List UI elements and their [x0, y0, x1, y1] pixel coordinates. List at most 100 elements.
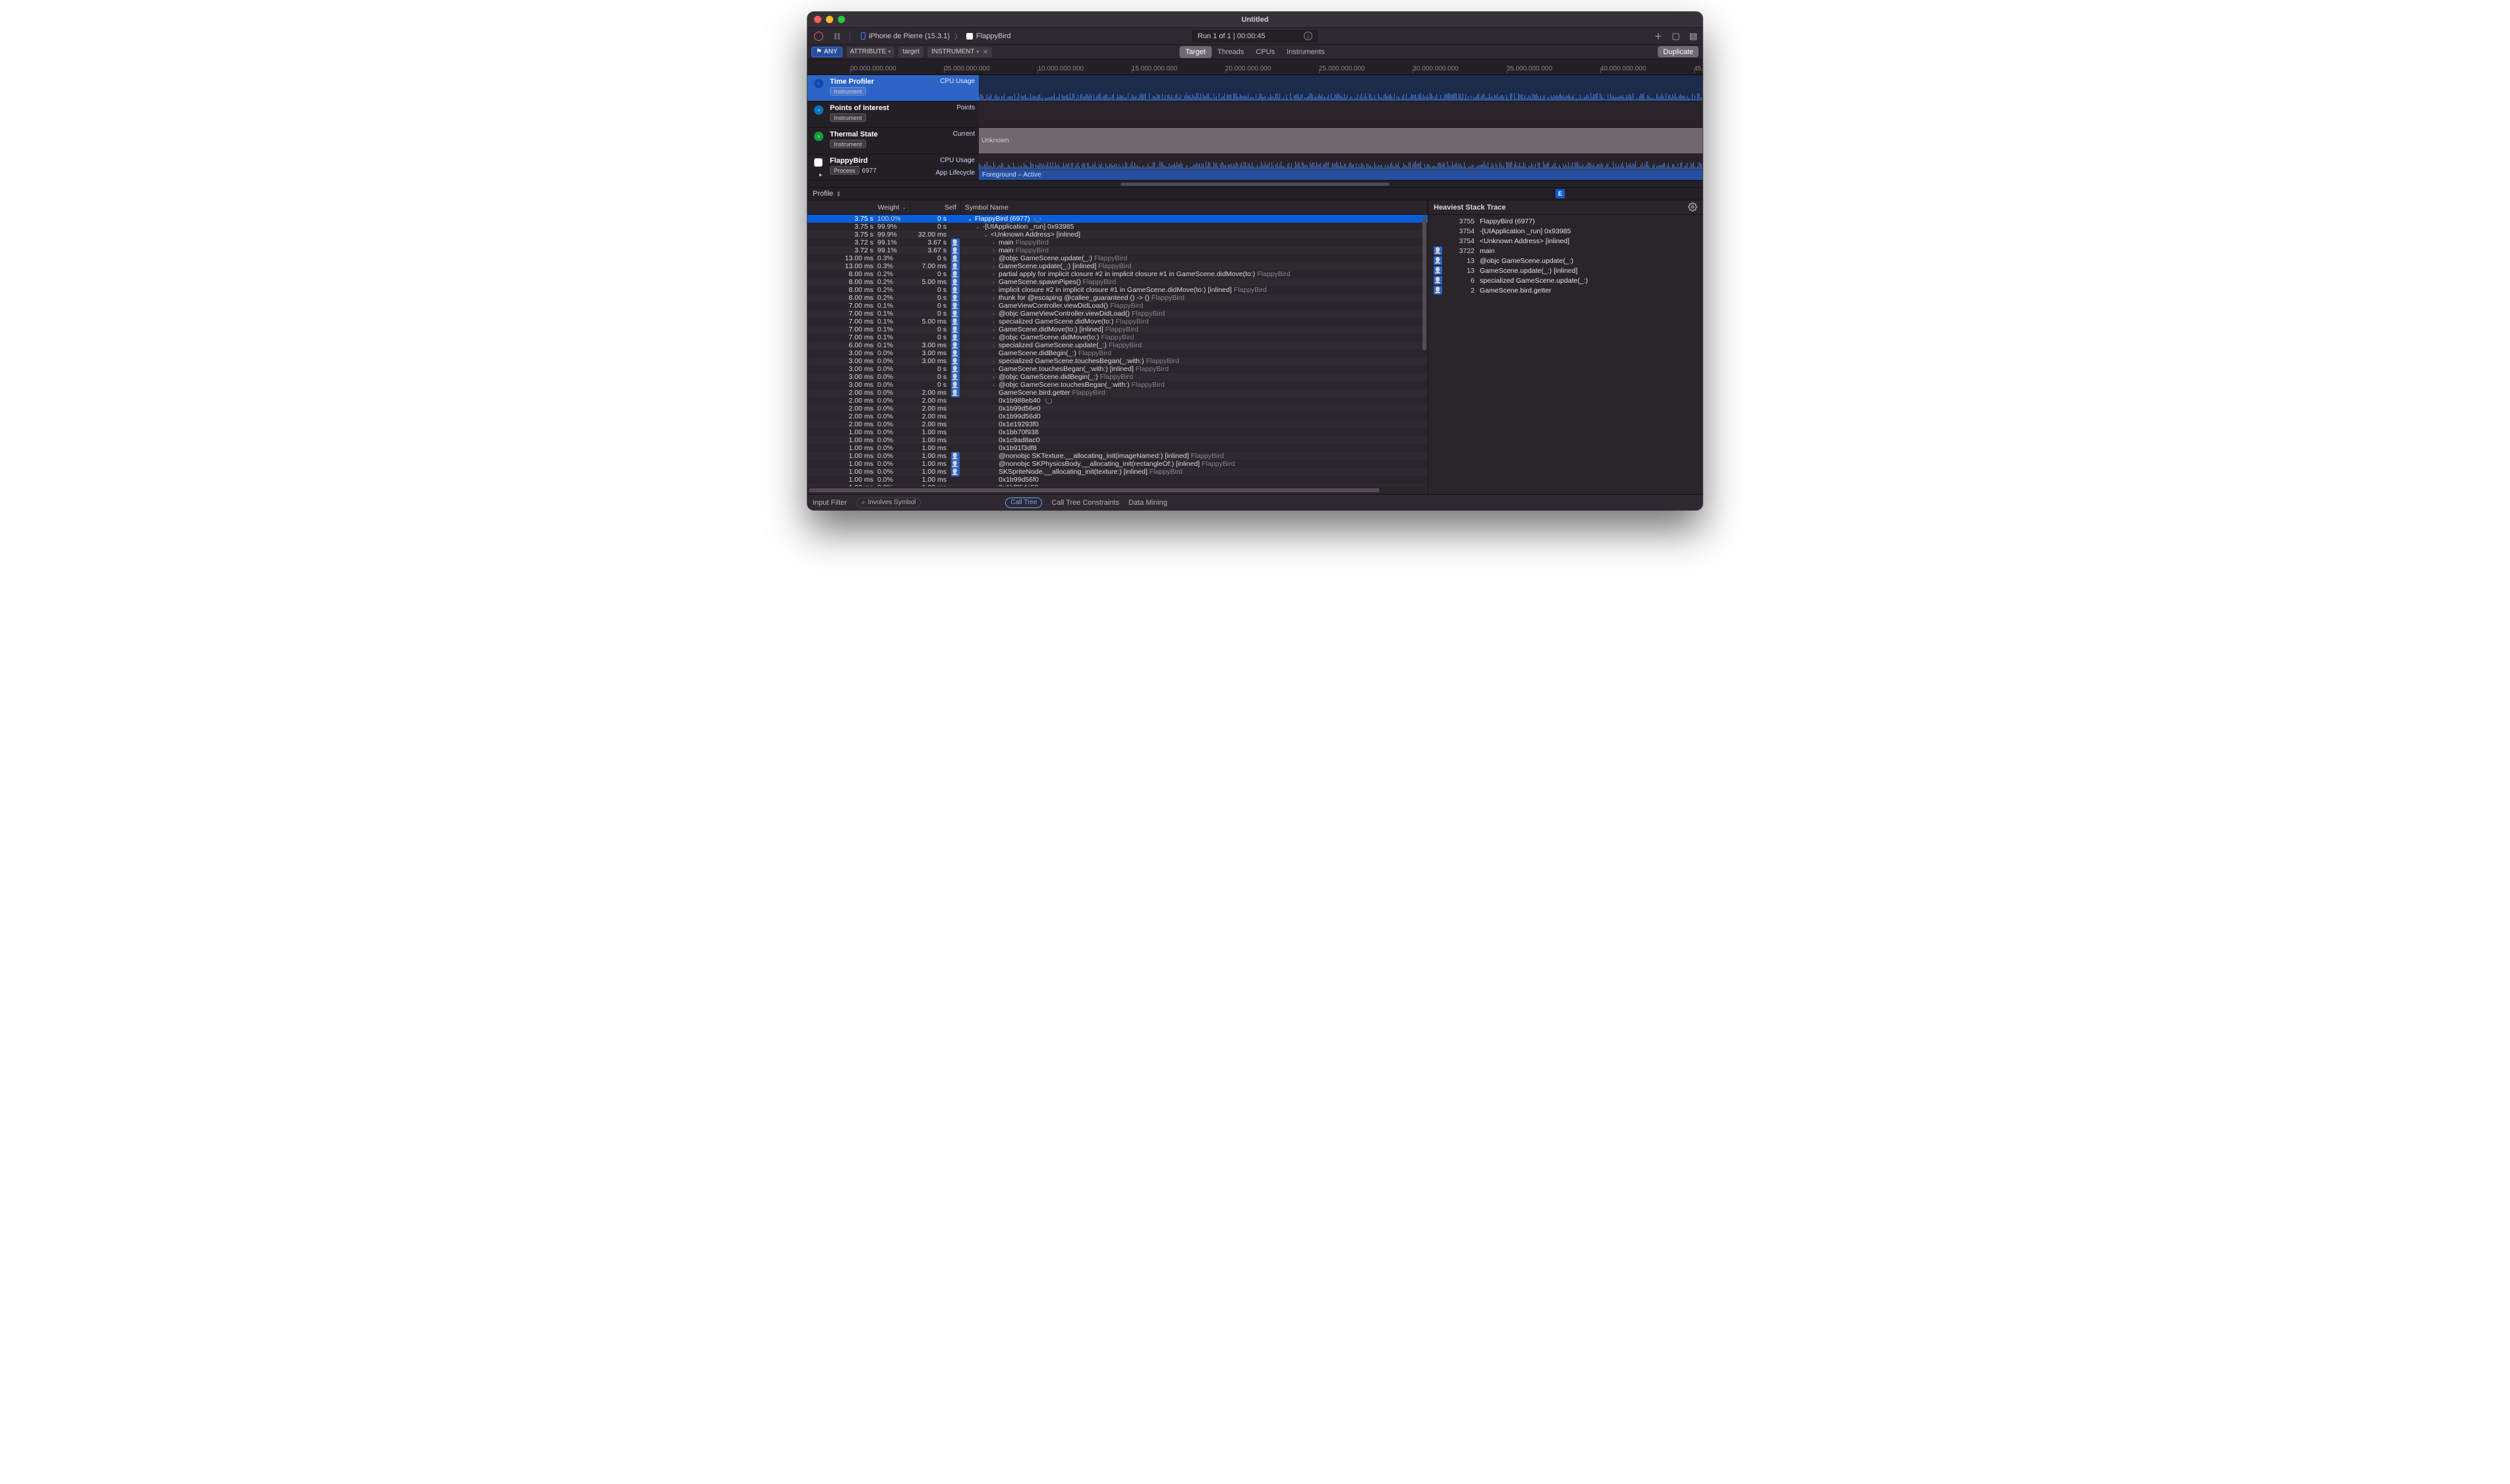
constraints-menu[interactable]: Call Tree Constraints	[1051, 499, 1119, 507]
stack-trace-row[interactable]: 3754-[UIApplication _run] 0x93985	[1428, 226, 1703, 236]
tree-hscroll[interactable]	[807, 486, 1428, 494]
track-poi[interactable]: Points of InterestInstrumentPoints	[807, 101, 1703, 128]
minimize-icon[interactable]	[826, 16, 833, 23]
track-metric-label: Points	[956, 104, 975, 111]
add-button[interactable]: ＋	[1654, 30, 1662, 42]
tree-row[interactable]: 8.00 ms0.2%5.00 ms›GameScene.spawnPipes(…	[807, 278, 1428, 286]
close-icon	[983, 49, 988, 55]
involves-symbol-filter[interactable]: ⌕ Involves Symbol	[856, 498, 921, 508]
call-tree-menu[interactable]: Call Tree	[1005, 498, 1042, 508]
tree-row[interactable]: 1.00 ms0.0%1.00 ms SKSpriteNode.__alloca…	[807, 468, 1428, 476]
device-name: iPhone de Pierre (15.3.1)	[869, 32, 950, 40]
tree-row[interactable]: 3.72 s99.1%3.67 s›main FlappyBird	[807, 239, 1428, 246]
target-chooser[interactable]: iPhone de Pierre (15.3.1) 〉 FlappyBird	[857, 30, 1015, 42]
stack-trace-row[interactable]: 3754<Unknown Address> [inlined]	[1428, 236, 1703, 246]
filter-attribute[interactable]: ATTRIBUTE ▾	[846, 47, 895, 57]
stack-trace-row[interactable]: 6specialized GameScene.update(_:)	[1428, 275, 1703, 285]
tree-row[interactable]: 3.72 s99.1%3.67 s›main FlappyBird	[807, 246, 1428, 254]
tab-instruments[interactable]: Instruments	[1281, 46, 1330, 58]
tree-row[interactable]: 8.00 ms0.2%0 s›partial apply for implici…	[807, 270, 1428, 278]
filter-any[interactable]: ⚑ ANY	[811, 47, 842, 57]
stack-trace-row[interactable]: 3722main	[1428, 246, 1703, 256]
tree-row[interactable]: 13.00 ms0.3%7.00 ms›GameScene.update(_:)…	[807, 262, 1428, 270]
stack-trace-row[interactable]: 13@objc GameScene.update(_:)	[1428, 256, 1703, 266]
tree-row[interactable]: 7.00 ms0.1%0 s›GameViewController.viewDi…	[807, 302, 1428, 310]
user-code-icon	[1434, 246, 1442, 255]
user-code-icon	[951, 302, 960, 310]
app-window: Untitled iPhone de Pierre (15.3.1) 〉 Fla…	[807, 12, 1703, 510]
timeline-ruler[interactable]: 00.000.000.00005.000.000.00010.000.000.0…	[807, 59, 1703, 75]
record-button[interactable]	[813, 30, 825, 42]
tree-row[interactable]: 2.00 ms0.0%2.00 ms 0x1b99d56e0	[807, 405, 1428, 413]
tree-row[interactable]: 2.00 ms0.0%2.00 ms 0x1b988eb40	[807, 397, 1428, 405]
user-code-icon	[951, 262, 960, 271]
filter-instrument[interactable]: INSTRUMENT ▾	[927, 47, 992, 57]
toolbar: iPhone de Pierre (15.3.1) 〉 FlappyBird R…	[807, 28, 1703, 45]
tree-row[interactable]: 3.00 ms0.0%3.00 ms GameScene.didBegin(_:…	[807, 349, 1428, 357]
profile-selector[interactable]: Profile ▴▾	[813, 190, 840, 198]
stack-trace-row[interactable]: 3755FlappyBird (6977)	[1428, 216, 1703, 226]
tree-row[interactable]: 8.00 ms0.2%0 s›implicit closure #2 in im…	[807, 286, 1428, 294]
tree-row[interactable]: 3.00 ms0.0%0 s›@objc GameScene.touchesBe…	[807, 381, 1428, 389]
tree-row[interactable]: 7.00 ms0.1%5.00 ms›specialized GameScene…	[807, 318, 1428, 326]
close-icon[interactable]	[814, 16, 821, 23]
tree-row[interactable]: 3.75 s100.0%0 s⌄FlappyBird (6977)	[807, 215, 1428, 223]
library-button[interactable]: ▢	[1672, 31, 1679, 42]
tab-target[interactable]: Target	[1179, 46, 1211, 58]
tree-row[interactable]: 3.00 ms0.0%3.00 ms›specialized GameScene…	[807, 357, 1428, 365]
tree-row[interactable]: 13.00 ms0.3%0 s›@objc GameScene.update(_…	[807, 254, 1428, 262]
tree-row[interactable]: 3.75 s99.9%0 s⌄-[UIApplication _run] 0x9…	[807, 223, 1428, 231]
tree-row[interactable]: 2.00 ms0.0%2.00 ms 0x1b99d56d0	[807, 413, 1428, 420]
col-symbol[interactable]: Symbol Name	[961, 200, 1428, 214]
tree-row[interactable]: 8.00 ms0.2%0 s›thunk for @escaping @call…	[807, 294, 1428, 302]
col-self[interactable]: Self	[911, 200, 961, 214]
track-time-profiler[interactable]: Time ProfilerInstrumentCPU Usage	[807, 75, 1703, 101]
data-mining-menu[interactable]: Data Mining	[1128, 499, 1167, 507]
track-metric-label: Current	[953, 130, 975, 138]
tab-threads[interactable]: Threads	[1211, 46, 1250, 58]
tree-row[interactable]: 7.00 ms0.1%0 s›@objc GameViewController.…	[807, 310, 1428, 318]
tree-row[interactable]: 1.00 ms0.0%1.00 ms 0x1c9ad8ac0	[807, 436, 1428, 444]
timeline-hscroll[interactable]	[807, 181, 1703, 187]
extended-detail-icon[interactable]: E	[1556, 189, 1565, 198]
tree-row[interactable]: 7.00 ms0.1%0 s›@objc GameScene.didMove(t…	[807, 333, 1428, 341]
tree-row[interactable]: 3.00 ms0.0%0 s›@objc GameScene.didBegin(…	[807, 373, 1428, 381]
stack-trace-row[interactable]: 13GameScene.update(_:) [inlined]	[1428, 266, 1703, 275]
duplicate-button[interactable]: Duplicate	[1658, 46, 1699, 57]
call-tree-rows[interactable]: 3.75 s100.0%0 s⌄FlappyBird (6977)3.75 s9…	[807, 215, 1428, 486]
zoom-icon[interactable]	[838, 16, 845, 23]
user-code-icon	[951, 357, 960, 366]
panels-button[interactable]: ▤	[1689, 31, 1697, 42]
tree-row[interactable]: 3.75 s99.9%32.00 ms⌄<Unknown Address> [i…	[807, 231, 1428, 239]
user-code-icon	[951, 389, 960, 397]
tree-row[interactable]: 1.00 ms0.0%1.00 ms 0x1b91f3df8	[807, 444, 1428, 452]
tree-row[interactable]: 2.00 ms0.0%2.00 ms 0x1e19293f0	[807, 420, 1428, 428]
tree-row[interactable]: 1.00 ms0.0%1.00 ms @nonobjc SKPhysicsBod…	[807, 460, 1428, 468]
user-code-icon	[951, 246, 960, 255]
bottombar: Input Filter ⌕ Involves Symbol Call Tree…	[807, 494, 1703, 510]
gear-icon[interactable]	[1688, 202, 1697, 212]
pause-button[interactable]	[831, 30, 843, 42]
tree-row[interactable]: 3.00 ms0.0%0 s›GameScene.touchesBegan(_:…	[807, 365, 1428, 373]
col-weight[interactable]: Weight⌄	[807, 200, 911, 214]
filter-target[interactable]: target	[898, 47, 923, 57]
tab-cpus[interactable]: CPUs	[1250, 46, 1281, 58]
app-icon	[966, 33, 973, 40]
info-icon[interactable]: i	[1304, 32, 1312, 40]
tree-row[interactable]: 1.00 ms0.0%1.00 ms @nonobjc SKTexture.__…	[807, 452, 1428, 460]
track-chip: Process	[830, 166, 860, 175]
tree-row[interactable]: 6.00 ms0.1%3.00 ms›specialized GameScene…	[807, 341, 1428, 349]
tree-row[interactable]: 1.00 ms0.0%1.00 ms 0x1bb70f938	[807, 428, 1428, 436]
vscroll[interactable]	[1422, 216, 1426, 485]
track-process[interactable]: ▸FlappyBirdProcess6977CPU UsageApp Lifec…	[807, 154, 1703, 181]
window-controls	[814, 16, 845, 23]
tree-row[interactable]: 1.00 ms0.0%1.00 ms 0x1b99d56f0	[807, 476, 1428, 484]
user-code-icon	[951, 310, 960, 318]
filterbar: ⚑ ANY ATTRIBUTE ▾ target INSTRUMENT ▾ Ta…	[807, 45, 1703, 59]
tree-row[interactable]: 2.00 ms0.0%2.00 ms GameScene.bird.getter…	[807, 389, 1428, 397]
loading-spinner-icon	[1045, 397, 1052, 404]
stack-trace-row[interactable]: 2GameScene.bird.getter	[1428, 285, 1703, 295]
tree-row[interactable]: 7.00 ms0.1%0 s›GameScene.didMove(to:) [i…	[807, 326, 1428, 333]
track-title: Points of Interest	[830, 104, 975, 112]
track-thermal[interactable]: Thermal StateInstrumentCurrentUnknown	[807, 128, 1703, 154]
